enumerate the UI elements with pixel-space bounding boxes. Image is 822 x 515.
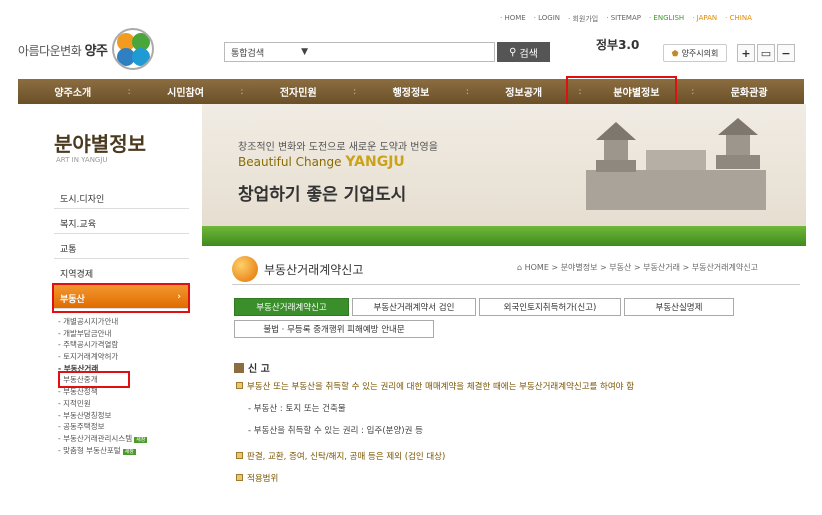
bullet-icon	[236, 474, 243, 481]
view-tools: + ▭ −	[737, 44, 795, 62]
section-heading: 신 고	[234, 360, 270, 375]
search-bar: 통합검색 ▼ ⚲ 검색	[224, 42, 550, 62]
search-button[interactable]: ⚲ 검색	[497, 42, 550, 62]
sitemap-link[interactable]: · SITEMAP	[606, 14, 641, 24]
tab-real-name[interactable]: 부동산실명제	[624, 298, 734, 316]
nav-civil-service[interactable]: 전자민원	[243, 84, 353, 99]
sidebar-title: 분야별정보	[54, 132, 146, 156]
banner-line2: Beautiful Change YANGJU	[238, 154, 405, 170]
login-link[interactable]: · LOGIN	[534, 14, 560, 24]
english-link[interactable]: · ENGLISH	[649, 14, 684, 24]
nav-admin-info[interactable]: 행정정보	[356, 84, 466, 99]
content-paragraph: - 부동산 : 토지 또는 건축물	[248, 404, 346, 414]
banner-line1: 창조적인 변화와 도전으로 새로운 도약과 번영을	[238, 142, 438, 153]
gov3-logo[interactable]: 정부3.0	[596, 36, 656, 66]
council-icon: ⬟	[671, 48, 679, 58]
tab-fraud-prevention[interactable]: 불법 · 무등록 중개행위 피해예방 안내문	[234, 320, 434, 338]
submenu-item[interactable]: 개발부담금안내	[58, 328, 198, 340]
stone-pagoda-image	[586, 118, 766, 210]
content-paragraph: 부동산 또는 부동산을 취득할 수 있는 권리에 대한 매매계약을 체결한 때에…	[236, 380, 634, 392]
nav-disclosure[interactable]: 정보공개	[469, 84, 579, 99]
dropdown-arrow-icon: ▼	[301, 47, 308, 57]
sidebar-item-design[interactable]: 도시.디자인	[54, 184, 189, 209]
sidebar-item-transport[interactable]: 교통	[54, 234, 189, 259]
search-icon: ⚲	[509, 46, 517, 58]
logo-tagline: 아름다운변화	[18, 43, 82, 58]
city-council-link[interactable]: ⬟ 양주시의회	[663, 44, 727, 62]
highlight-box	[58, 371, 130, 388]
main-nav: 양주소개 : 시민참여 : 전자민원 : 행정정보 : 정보공개 : 분야별정보…	[18, 79, 804, 104]
new-window-badge: 새창	[134, 436, 148, 443]
sidebar-item-economy[interactable]: 지역경제	[54, 259, 189, 284]
join-link[interactable]: · 회원가입	[568, 14, 598, 24]
hero-banner: 창조적인 변화와 도전으로 새로운 도약과 번영을 Beautiful Chan…	[202, 104, 806, 246]
submenu-item[interactable]: 부동산명칭정보	[58, 410, 198, 422]
home-link[interactable]: · HOME	[500, 14, 526, 24]
china-link[interactable]: · CHINA	[725, 14, 752, 24]
sidebar-item-welfare[interactable]: 복지.교육	[54, 209, 189, 234]
section-icon	[234, 362, 244, 373]
content-paragraph: 판결, 교환, 증여, 신탁/해지, 공매 등은 제외 (검인 대상)	[236, 450, 445, 462]
content-paragraph: - 부동산을 취득할 수 있는 권리 : 입주(분양)권 등	[248, 426, 423, 436]
zoom-in-button[interactable]: +	[737, 44, 755, 62]
banner-headline: 창업하기 좋은 기업도시	[238, 185, 407, 205]
nav-culture-tourism[interactable]: 문화관광	[694, 84, 804, 99]
title-bullet-icon	[232, 256, 258, 282]
monitor-icon[interactable]: ▭	[757, 44, 775, 62]
page-title: 부동산거래계약신고	[264, 262, 364, 277]
logo-city: 양주	[84, 43, 108, 59]
highlight-box	[566, 76, 677, 107]
bullet-icon	[236, 452, 243, 459]
grass-decoration	[202, 226, 806, 246]
sidebar-subtitle: ART IN YANGJU	[56, 156, 108, 164]
submenu-item[interactable]: 맞춤형 부동산포털새창	[58, 445, 198, 457]
divider	[232, 284, 800, 285]
submenu-item[interactable]: 공동주택정보	[58, 421, 198, 433]
breadcrumb[interactable]: ⌂ HOME > 분야별정보 > 부동산 > 부동산거래 > 부동산거래계약신고	[517, 262, 758, 273]
submenu-item[interactable]: 주택공시가격열람	[58, 339, 198, 351]
logo-emblem-icon	[111, 28, 154, 70]
zoom-out-button[interactable]: −	[777, 44, 795, 62]
submenu-item[interactable]: 개별공시지가안내	[58, 316, 198, 328]
submenu-item[interactable]: 토지거래계약허가	[58, 351, 198, 363]
submenu-item[interactable]: 지적민원	[58, 398, 198, 410]
content-title: 부동산거래계약신고	[232, 256, 363, 282]
site-logo[interactable]: 아름다운변화 양주	[18, 28, 154, 70]
tab-contract-report[interactable]: 부동산거래계약신고	[234, 298, 349, 316]
submenu-item[interactable]: 부동산거래관리시스템새창	[58, 433, 198, 445]
new-window-badge: 새창	[122, 448, 136, 455]
content-paragraph: 적용범위	[236, 472, 278, 484]
tab-contract-inspection[interactable]: 부동산거래계약서 검인	[352, 298, 476, 316]
nav-participation[interactable]: 시민참여	[131, 84, 241, 99]
bullet-icon	[236, 382, 243, 389]
search-scope-select[interactable]: 통합검색 ▼	[224, 42, 495, 62]
highlight-box	[52, 283, 190, 313]
utility-nav: · HOME · LOGIN · 회원가입 · SITEMAP · ENGLIS…	[500, 14, 800, 24]
nav-intro[interactable]: 양주소개	[18, 84, 128, 99]
tab-foreigner-land[interactable]: 외국인토지취득허가(신고)	[479, 298, 621, 316]
japan-link[interactable]: · JAPAN	[692, 14, 717, 24]
